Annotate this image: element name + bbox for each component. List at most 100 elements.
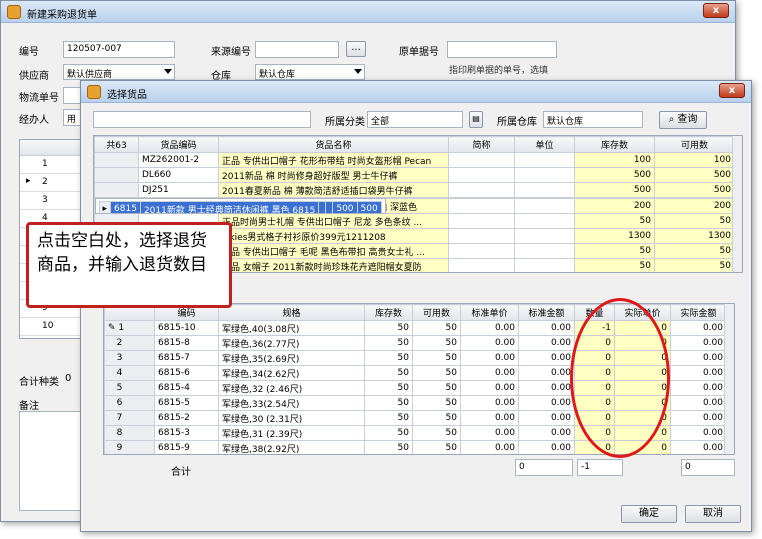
sku-std-amount: 0.00 — [518, 350, 575, 366]
sku-std-amount: 0.00 — [518, 380, 575, 396]
cangku-select[interactable]: 默认仓库 — [255, 64, 365, 80]
goods-row[interactable]: DL660 2011新品 棉 时尚修身超好版型 男士牛仔裤 500 500 — [94, 167, 735, 183]
sku-std-amount: 0.00 — [518, 320, 575, 336]
query-button[interactable]: ⌕ 查询 — [659, 111, 707, 129]
sku-std-price: 0.00 — [460, 365, 519, 381]
sku-code: 6815-4 — [154, 380, 219, 396]
goods-stock: 200 — [574, 198, 655, 214]
total-kinds-value: 0 — [65, 373, 72, 384]
goods-name: 2011新款 男士经典简洁休闲裤 黑色 6815 — [139, 201, 320, 213]
highlight-ellipse — [570, 298, 670, 458]
goods-col-header[interactable]: 货品编码 — [138, 136, 219, 153]
instruction-callout: 点击空白处，选择退货商品，并输入退货数目 — [26, 222, 232, 308]
main-grid-row[interactable]: 2 ▸ — [20, 174, 82, 192]
yuandan-input[interactable] — [447, 41, 557, 58]
sku-actual-amount: 0.00 — [670, 350, 727, 366]
main-close-button[interactable]: x — [703, 3, 729, 18]
sku-row-number: 8 — [104, 425, 155, 441]
main-grid-row[interactable]: 10 — [20, 318, 82, 336]
row-number: 10 — [42, 321, 54, 331]
jingban-input[interactable]: 用 — [63, 109, 81, 126]
laiyuan-input[interactable] — [255, 41, 339, 58]
sku-spec: 军绿色,33(2.54尺) — [218, 395, 365, 411]
sku-actual-amount: 0.00 — [670, 365, 727, 381]
sku-stock: 50 — [364, 320, 413, 336]
goods-row[interactable]: ▸ 6815 2011新款 男士经典简洁休闲裤 黑色 6815 500 500 — [94, 198, 386, 214]
goods-unit — [514, 243, 575, 259]
cancel-button[interactable]: 取消 — [685, 505, 741, 523]
sku-std-price: 0.00 — [460, 395, 519, 411]
sku-stock: 50 — [364, 365, 413, 381]
app-icon — [7, 5, 21, 19]
sku-available: 50 — [412, 380, 461, 396]
goods-stock: 500 — [574, 167, 655, 183]
goods-unit — [325, 201, 334, 213]
goods-name: 正品 专供出口帽子 花形布带结 时尚女盔形帽 Pecan — [218, 152, 449, 168]
sku-std-price: 0.00 — [460, 320, 519, 336]
goods-stock: 1300 — [574, 228, 655, 244]
goods-unit — [514, 182, 575, 198]
wuliu-input[interactable] — [63, 87, 81, 104]
sku-spec: 军绿色,40(3.08尺) — [218, 320, 365, 336]
sku-row-number: 6 — [104, 395, 155, 411]
sku-available: 50 — [412, 395, 461, 411]
sku-available: 50 — [412, 350, 461, 366]
sku-std-price: 0.00 — [460, 440, 519, 454]
chevron-down-icon — [354, 69, 362, 74]
goods-col-header[interactable]: 库存数 — [574, 136, 655, 153]
ok-button[interactable]: 确定 — [621, 505, 677, 523]
sku-code: 6815-7 — [154, 350, 219, 366]
goods-row-header — [94, 152, 139, 168]
sku-spec: 军绿色,32 (2.46尺) — [218, 380, 365, 396]
goods-col-header[interactable]: 简称 — [448, 136, 515, 153]
goods-col-header[interactable]: 单位 — [514, 136, 575, 153]
search-input[interactable] — [93, 111, 311, 128]
browse-button[interactable]: ... — [346, 41, 366, 57]
sku-std-amount: 0.00 — [518, 365, 575, 381]
category-picker-icon[interactable]: ▤ — [469, 111, 483, 128]
sku-std-price: 0.00 — [460, 425, 519, 441]
sku-std-amount: 0.00 — [518, 410, 575, 426]
category-input[interactable]: 全部 — [367, 111, 463, 128]
sku-row-number: 3 — [104, 350, 155, 366]
main-grid-row[interactable]: 3 — [20, 192, 82, 210]
remark-textarea[interactable] — [19, 411, 81, 511]
goods-row-header — [94, 182, 139, 198]
goods-row[interactable]: MZ262001-2 正品 专供出口帽子 花形布带结 时尚女盔形帽 Pecan 10… — [94, 152, 735, 168]
pencil-icon: ✎ — [108, 323, 119, 333]
sku-col-header[interactable]: 标准单价 — [460, 304, 519, 321]
sku-col-header[interactable]: 实际金额 — [670, 304, 727, 321]
sku-code: 6815-9 — [154, 440, 219, 454]
goods-col-header[interactable]: 货品名称 — [218, 136, 449, 153]
sku-col-header[interactable]: 库存数 — [364, 304, 413, 321]
sku-col-header[interactable]: 规格 — [218, 304, 365, 321]
goods-available: 500 — [356, 201, 382, 213]
sku-col-header[interactable]: 可用数 — [412, 304, 461, 321]
sku-row-index: 1 — [118, 323, 125, 333]
sku-row-number: ✎ 1 — [104, 320, 155, 336]
gongying-select[interactable]: 默认供应商 — [63, 64, 175, 80]
goods-col-header[interactable]: 共63 — [94, 136, 139, 153]
gongying-value: 默认供应商 — [67, 70, 113, 80]
main-grid-header — [20, 140, 82, 156]
goods-available: 100 — [654, 152, 735, 168]
sku-grid-scrollbar[interactable] — [724, 304, 734, 454]
goods-table-header: 共63 货品编码 货品名称 简称 单位 库存数 可用数 — [94, 136, 735, 153]
goods-name: 正品时尚男士礼帽 专供出口帽子 尼龙 多色条纹 ... — [218, 213, 449, 229]
row-number: 1 — [42, 159, 48, 169]
bianhao-input[interactable]: 120507-007 — [63, 41, 175, 58]
goods-row[interactable]: DJ251 2011春夏新品 棉 薄款简洁舒适插口袋男牛仔裤 500 500 — [94, 182, 735, 198]
sku-std-amount: 0.00 — [518, 440, 575, 454]
sku-col-header[interactable]: 标准金额 — [518, 304, 575, 321]
sku-row-index: 3 — [116, 353, 123, 363]
warehouse-input[interactable]: 默认仓库 — [543, 111, 643, 128]
goods-available: 500 — [654, 167, 735, 183]
goods-name: ickies男式格子衬衫原价399元1211208 — [218, 228, 449, 244]
goods-stock: 50 — [574, 258, 655, 272]
dialog-close-button[interactable]: x — [719, 83, 745, 98]
goods-col-header[interactable]: 可用数 — [654, 136, 735, 153]
goods-grid-scrollbar[interactable] — [732, 136, 742, 272]
sku-actual-amount: 0.00 — [670, 320, 727, 336]
goods-available: 50 — [654, 243, 735, 259]
main-grid-row[interactable]: 1 — [20, 156, 82, 174]
